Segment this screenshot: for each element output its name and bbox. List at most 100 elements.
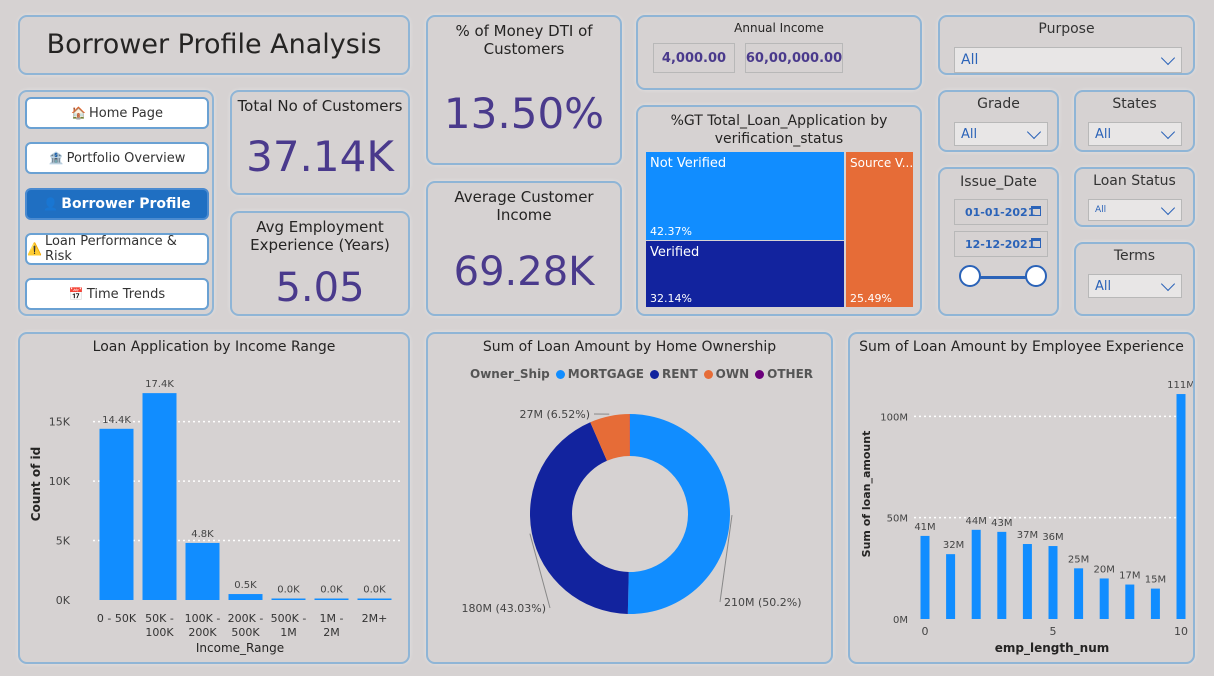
annual-income-min-input[interactable]: 4,000.00 [653, 43, 735, 73]
navigation-panel: 🏠 Home Page 🏦 Portfolio Overview 👤 Borrower… [18, 90, 214, 316]
data-label: 0.0K [320, 585, 343, 596]
kpi-value: 69.28K [453, 249, 595, 295]
date-value: 01-01-2021 [965, 205, 1036, 219]
cell-value: 42.37% [650, 225, 692, 238]
states-dropdown[interactable]: All [1088, 122, 1182, 146]
terms-dropdown[interactable]: All [1088, 274, 1182, 298]
grade-slicer: Grade All [938, 90, 1059, 152]
dropdown-value: All [961, 52, 979, 68]
y-axis-title: Sum of loan_amount [860, 431, 873, 558]
x-tick-label: 10 [1174, 625, 1188, 638]
donut-slice-mortgage[interactable] [627, 414, 731, 614]
nav-label: Borrower Profile [61, 196, 191, 212]
treemap-cell-source-verified[interactable]: Source V... 25.49% [846, 152, 913, 307]
bar[interactable] [1176, 394, 1186, 619]
nav-label: Home Page [88, 105, 163, 121]
kpi-dti: % of Money DTI of Customers 13.50% [426, 15, 622, 165]
bar[interactable] [997, 531, 1007, 619]
calendar-icon[interactable] [1031, 238, 1041, 248]
x-axis-title: emp_length_num [995, 641, 1110, 656]
bar[interactable] [357, 598, 392, 601]
data-label: 20M [1094, 564, 1115, 575]
data-label: 17M [1119, 571, 1140, 582]
bar[interactable] [314, 598, 349, 601]
warning-icon: ⚠️ [27, 242, 42, 256]
nav-portfolio-overview[interactable]: 🏦 Portfolio Overview [25, 142, 209, 174]
bar[interactable] [1074, 568, 1084, 619]
nav-label: Time Trends [86, 286, 166, 302]
states-slicer: States All [1074, 90, 1195, 152]
y-tick-label: 0K [56, 594, 71, 607]
kpi-total-customers: Total No of Customers 37.14K [230, 90, 410, 195]
slice-data-label: 210M (50.2%) [724, 596, 802, 609]
y-tick-label: 50M [887, 514, 908, 525]
x-tick-label: 0 - 50K [97, 612, 137, 625]
bar[interactable] [1022, 544, 1032, 619]
slicer-label: Issue_Date [960, 174, 1037, 190]
bar[interactable] [971, 529, 981, 619]
nav-home-page[interactable]: 🏠 Home Page [25, 97, 209, 129]
calendar-icon[interactable] [1031, 206, 1041, 216]
income-range-bar-chart: Count of id Income_Range 0K 5K 10K 15K 14.4K… [29, 379, 400, 655]
employee-experience-bar-chart: Sum of loan_amount emp_length_num 0M 50M 1… [860, 380, 1193, 656]
annual-income-max-input[interactable]: 60,00,000.00 [745, 43, 843, 73]
x-tick-label: 1M - [320, 612, 344, 625]
kpi-value: 13.50% [443, 89, 605, 138]
home-ownership-chart-card: Sum of Loan Amount by Home Ownership Own… [426, 332, 833, 664]
loan-status-dropdown[interactable]: All [1088, 199, 1182, 221]
bar[interactable] [920, 535, 930, 619]
page-title: Borrower Profile Analysis [46, 29, 382, 60]
slice-data-label: 180M (43.03%) [461, 602, 546, 615]
treemap-title: %GT Total_Loan_Application by verificati… [670, 113, 888, 147]
bar[interactable] [99, 428, 134, 600]
terms-slicer: Terms All [1074, 242, 1195, 316]
data-label: 32M [943, 540, 964, 551]
y-tick-label: 5K [56, 535, 71, 548]
kpi-value: 5.05 [275, 265, 365, 311]
purpose-dropdown[interactable]: All [954, 47, 1182, 73]
date-range-start-handle[interactable] [959, 265, 981, 287]
date-range-end-handle[interactable] [1025, 265, 1047, 287]
bar[interactable] [142, 393, 177, 600]
employee-experience-chart-card: Sum of Loan Amount by Employee Experienc… [848, 332, 1195, 664]
y-tick-label: 0M [893, 615, 908, 626]
bar[interactable] [228, 594, 263, 600]
chevron-down-icon [1160, 200, 1176, 216]
data-label: 43M [991, 518, 1012, 529]
income-range-chart-card: Loan Application by Income Range Count o… [18, 332, 410, 664]
user-icon: 👤 [43, 197, 59, 211]
nav-loan-performance-risk[interactable]: ⚠️ Loan Performance & Risk [25, 233, 209, 265]
x-axis-title: Income_Range [196, 641, 284, 655]
nav-borrower-profile[interactable]: 👤 Borrower Profile [25, 188, 209, 220]
chevron-down-icon [1026, 124, 1042, 140]
slice-data-label: 27M (6.52%) [519, 408, 590, 421]
y-tick-label: 100M [880, 412, 908, 423]
data-label: 44M [966, 516, 987, 527]
x-tick-label: 2M+ [362, 612, 388, 625]
x-tick-label: 2M [323, 626, 340, 639]
data-label: 0.0K [277, 585, 300, 596]
kpi-label: Total No of Customers [237, 97, 403, 115]
slicer-label: Grade [977, 96, 1020, 112]
grade-dropdown[interactable]: All [954, 122, 1048, 146]
treemap-cell-not-verified[interactable]: Not Verified 42.37% [646, 152, 844, 240]
nav-label: Loan Performance & Risk [44, 234, 177, 264]
bar[interactable] [1048, 546, 1058, 619]
nav-label: Portfolio Overview [66, 150, 186, 166]
chevron-down-icon [1160, 276, 1176, 292]
treemap-cell-verified[interactable]: Verified 32.14% [646, 241, 844, 307]
bar[interactable] [1150, 588, 1160, 619]
slicer-label: States [1112, 96, 1157, 112]
x-tick-label: 200K - [228, 612, 264, 625]
nav-time-trends[interactable]: 📅 Time Trends [25, 278, 209, 310]
data-label: 4.8K [191, 529, 214, 540]
kpi-label: % of Money DTI of Customers [455, 22, 593, 58]
bar[interactable] [271, 598, 306, 601]
issue-date-from-input[interactable]: 01-01-2021 [954, 199, 1048, 225]
bar[interactable] [185, 542, 220, 600]
issue-date-to-input[interactable]: 12-12-2021 [954, 231, 1048, 257]
bar[interactable] [946, 554, 956, 619]
x-tick-label: 200K [188, 626, 217, 639]
bar[interactable] [1099, 578, 1109, 619]
bar[interactable] [1125, 584, 1135, 619]
